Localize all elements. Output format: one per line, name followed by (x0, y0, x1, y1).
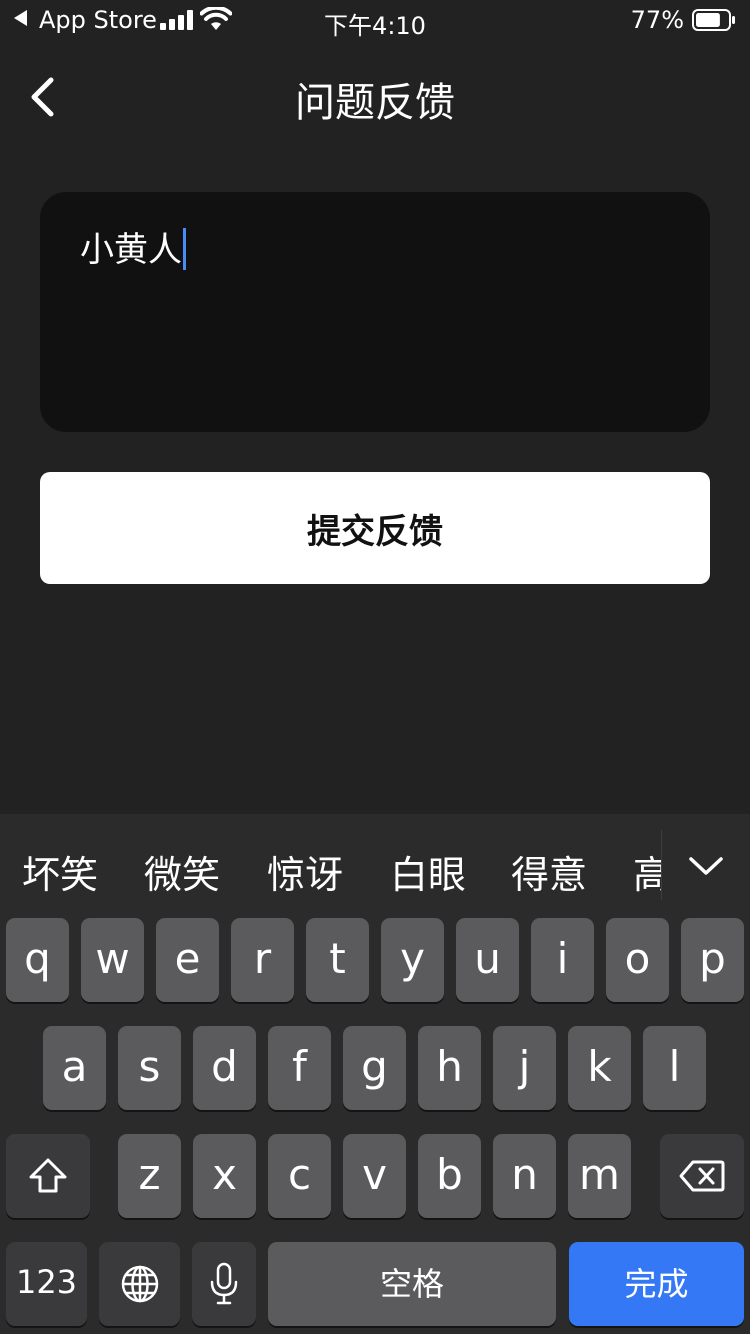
battery-percent: 77% (630, 6, 684, 34)
space-key[interactable]: 空格 (268, 1242, 556, 1326)
suggestion-item[interactable]: 坏笑 (22, 844, 98, 899)
key-x[interactable]: x (193, 1134, 256, 1218)
key-m[interactable]: m (568, 1134, 631, 1218)
suggestion-item[interactable]: 白眼 (390, 844, 466, 899)
microphone-key[interactable] (192, 1242, 256, 1326)
key-i[interactable]: i (531, 918, 594, 1002)
done-key[interactable]: 完成 (569, 1242, 744, 1326)
shift-icon (29, 1158, 67, 1193)
chevron-down-icon[interactable] (688, 854, 724, 878)
battery-icon (692, 9, 735, 31)
delete-key[interactable] (660, 1134, 744, 1218)
key-h[interactable]: h (418, 1026, 481, 1110)
key-q[interactable]: q (6, 918, 69, 1002)
suggestion-item[interactable]: 得意 (511, 844, 587, 899)
key-v[interactable]: v (343, 1134, 406, 1218)
key-b[interactable]: b (418, 1134, 481, 1218)
key-r[interactable]: r (231, 918, 294, 1002)
key-n[interactable]: n (493, 1134, 556, 1218)
key-y[interactable]: y (381, 918, 444, 1002)
key-c[interactable]: c (268, 1134, 331, 1218)
suggestion-bar: 坏笑 微笑 惊讶 白眼 得意 高 (0, 814, 750, 916)
suggestion-item[interactable]: 惊讶 (267, 844, 343, 899)
page-title: 问题反馈 (295, 80, 455, 126)
globe-key[interactable] (99, 1242, 180, 1326)
keyboard: 坏笑 微笑 惊讶 白眼 得意 高 q w e r t y u i o p a s… (0, 814, 750, 1334)
key-l[interactable]: l (643, 1026, 706, 1110)
globe-icon (121, 1265, 158, 1303)
key-t[interactable]: t (306, 918, 369, 1002)
key-w[interactable]: w (81, 918, 144, 1002)
suggestion-item[interactable]: 高 (633, 844, 662, 899)
key-p[interactable]: p (681, 918, 744, 1002)
key-u[interactable]: u (456, 918, 519, 1002)
key-s[interactable]: s (118, 1026, 181, 1110)
suggestion-divider (661, 830, 662, 900)
key-f[interactable]: f (268, 1026, 331, 1110)
shift-key[interactable] (6, 1134, 90, 1218)
status-bar: App Store 下午4:10 77% (0, 0, 750, 42)
key-k[interactable]: k (568, 1026, 631, 1110)
key-e[interactable]: e (156, 918, 219, 1002)
feedback-textarea[interactable]: 小黄人 (40, 192, 710, 432)
key-d[interactable]: d (193, 1026, 256, 1110)
key-j[interactable]: j (493, 1026, 556, 1110)
backspace-icon (679, 1160, 725, 1192)
microphone-icon (210, 1262, 238, 1305)
key-o[interactable]: o (606, 918, 669, 1002)
key-z[interactable]: z (118, 1134, 181, 1218)
numbers-key[interactable]: 123 (6, 1242, 87, 1326)
submit-feedback-button[interactable]: 提交反馈 (40, 472, 710, 584)
key-a[interactable]: a (43, 1026, 106, 1110)
feedback-text-value: 小黄人 (80, 222, 186, 273)
suggestion-item[interactable]: 微笑 (144, 844, 220, 899)
key-g[interactable]: g (343, 1026, 406, 1110)
text-cursor (183, 227, 186, 270)
